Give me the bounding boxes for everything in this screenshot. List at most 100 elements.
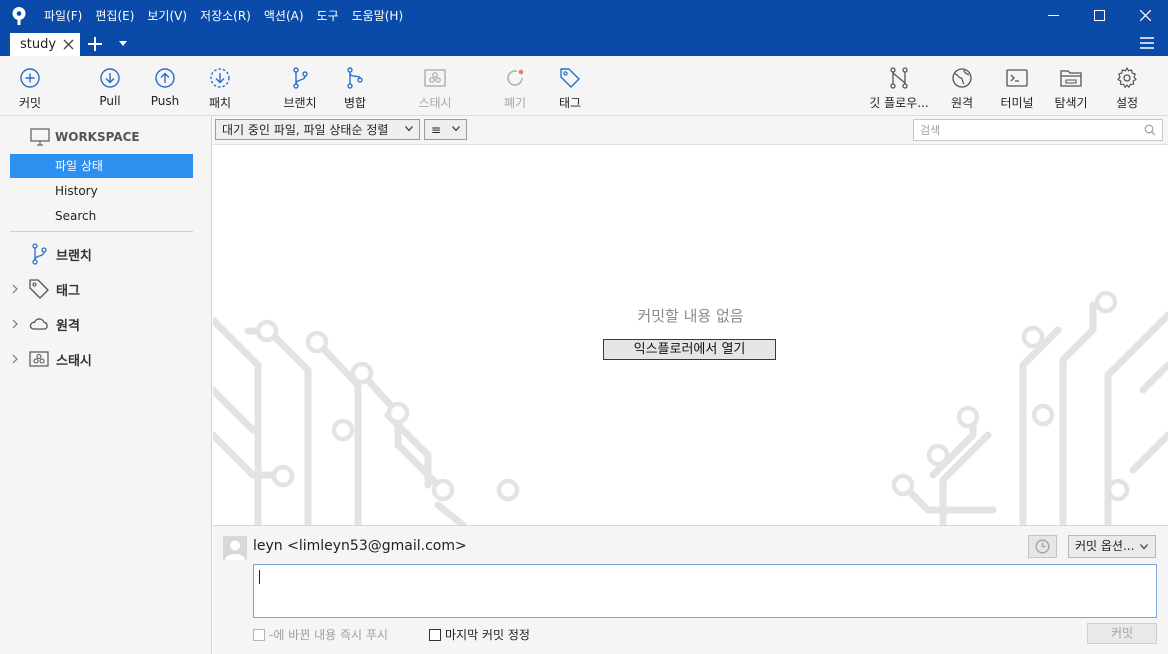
chevron-right-icon[interactable] xyxy=(10,284,20,294)
discard-icon xyxy=(507,69,524,86)
branch-button[interactable]: 브랜치 xyxy=(280,56,320,116)
tab-list-chevron-icon[interactable] xyxy=(119,41,127,47)
commit-history-button[interactable] xyxy=(1028,535,1057,558)
commit-icon xyxy=(20,68,40,88)
tag-icon xyxy=(29,279,49,299)
hamburger-menu-icon[interactable] xyxy=(1140,37,1154,49)
sidebar-group-label: 스태시 xyxy=(56,353,92,369)
amend-last-commit-checkbox[interactable]: 마지막 커밋 정정 xyxy=(429,626,530,643)
empty-state-message: 커밋할 내용 없음 xyxy=(637,307,744,325)
sidebar-group-label: 원격 xyxy=(56,318,80,334)
menu-tools[interactable]: 도구 xyxy=(317,7,339,24)
circuit-background xyxy=(213,290,1168,525)
file-status-panel: 커밋할 내용 없음 익스플로러에서 열기 xyxy=(213,145,1168,525)
view-mode-select[interactable]: ≡ xyxy=(424,119,467,140)
sidebar-group-tags[interactable]: 태그 xyxy=(10,277,80,301)
push-button[interactable]: Push xyxy=(147,56,183,116)
stash-icon xyxy=(29,351,49,367)
menu-actions[interactable]: 액션(A) xyxy=(264,7,304,24)
text-caret xyxy=(259,570,260,584)
chevron-right-icon[interactable] xyxy=(10,354,20,364)
sidebar-item-search[interactable]: Search xyxy=(10,204,193,228)
search-box xyxy=(913,119,1163,141)
chevron-down-icon xyxy=(452,126,460,132)
branch-icon xyxy=(32,243,47,265)
commit-options-dropdown[interactable]: 커밋 옵션... xyxy=(1068,535,1156,558)
fetch-label: 패치 xyxy=(208,96,232,110)
pull-button[interactable]: Pull xyxy=(92,56,128,116)
menu-edit[interactable]: 편집(E) xyxy=(95,7,134,24)
fetch-icon xyxy=(210,68,230,88)
folder-icon xyxy=(1060,70,1082,87)
avatar xyxy=(223,536,247,560)
tab-study[interactable]: study xyxy=(10,33,80,56)
sidebar: WORKSPACE 파일 상태 History Search 브랜치 태그 원격… xyxy=(0,116,212,654)
push-immediately-checkbox[interactable]: -에 바뀐 내용 즉시 푸시 xyxy=(253,626,388,643)
merge-button[interactable]: 병합 xyxy=(337,56,373,116)
sidebar-group-stashes[interactable]: 스태시 xyxy=(10,347,92,371)
filter-bar: 대기 중인 파일, 파일 상태순 정렬 ≡ xyxy=(213,116,1168,145)
cloud-icon xyxy=(29,318,48,330)
settings-button[interactable]: 설정 xyxy=(1109,56,1145,116)
search-input[interactable] xyxy=(914,120,1134,140)
commit-message-input[interactable] xyxy=(253,564,1157,618)
push-label: Push xyxy=(150,94,180,108)
sourcetree-logo-icon xyxy=(12,7,26,25)
minimize-button[interactable] xyxy=(1030,0,1076,31)
sort-select[interactable]: 대기 중인 파일, 파일 상태순 정렬 xyxy=(215,119,420,140)
pull-label: Pull xyxy=(99,94,121,108)
menu-help[interactable]: 도움말(H) xyxy=(352,7,404,24)
workspace-header: WORKSPACE xyxy=(30,128,140,146)
branch-icon xyxy=(293,67,308,89)
discard-label: 폐기 xyxy=(503,96,527,110)
commit-author: leyn <limleyn53@gmail.com> xyxy=(253,538,467,554)
sidebar-group-branches[interactable]: 브랜치 xyxy=(10,242,92,266)
sidebar-group-remotes[interactable]: 원격 xyxy=(10,312,80,336)
minimize-icon xyxy=(1047,15,1059,16)
amend-last-commit-label: 마지막 커밋 정정 xyxy=(445,628,530,642)
stash-label: 스태시 xyxy=(418,96,452,110)
sidebar-item-file-status[interactable]: 파일 상태 xyxy=(10,154,193,178)
sidebar-item-history[interactable]: History xyxy=(10,179,193,203)
discard-button[interactable]: 폐기 xyxy=(497,56,533,116)
push-icon xyxy=(155,68,175,88)
sidebar-group-label: 브랜치 xyxy=(56,248,92,264)
tab-close-icon[interactable] xyxy=(63,39,74,50)
menu-view[interactable]: 보기(V) xyxy=(147,7,187,24)
menu-repository[interactable]: 저장소(R) xyxy=(200,7,251,24)
remote-label: 원격 xyxy=(950,96,974,110)
stash-icon xyxy=(424,69,446,87)
toolbar: 커밋 Pull Push 패치 브랜치 병합 스태시 폐기 태그 깃 플로우..… xyxy=(0,56,1168,116)
sidebar-divider xyxy=(10,231,193,232)
explorer-label: 탐색기 xyxy=(1054,96,1088,110)
new-tab-icon[interactable] xyxy=(87,36,103,52)
checkbox-box xyxy=(429,628,441,641)
gear-icon xyxy=(1117,67,1137,88)
commit-button[interactable]: 커밋 xyxy=(1087,623,1157,644)
branch-label: 브랜치 xyxy=(283,96,317,110)
explorer-button[interactable]: 탐색기 xyxy=(1051,56,1091,116)
title-bar: 파일(F) 편집(E) 보기(V) 저장소(R) 액션(A) 도구 도움말(H) xyxy=(0,0,1168,31)
workspace-label: WORKSPACE xyxy=(55,130,140,144)
terminal-button[interactable]: 터미널 xyxy=(997,56,1037,116)
monitor-icon xyxy=(30,128,50,146)
commit-tool-button[interactable]: 커밋 xyxy=(12,56,48,116)
fetch-button[interactable]: 패치 xyxy=(202,56,238,116)
sidebar-group-label: 태그 xyxy=(56,283,80,299)
clock-icon xyxy=(1035,539,1050,554)
chevron-right-icon[interactable] xyxy=(10,319,20,329)
tag-button[interactable]: 태그 xyxy=(552,56,588,116)
remote-button[interactable]: 원격 xyxy=(944,56,980,116)
stash-button[interactable]: 스태시 xyxy=(412,56,458,116)
git-flow-button[interactable]: 깃 플로우... xyxy=(866,56,932,116)
pull-icon xyxy=(100,68,120,88)
close-window-button[interactable] xyxy=(1122,0,1168,31)
merge-label: 병합 xyxy=(343,96,367,110)
settings-label: 설정 xyxy=(1115,96,1139,110)
menu-file[interactable]: 파일(F) xyxy=(44,7,82,24)
checkbox-box xyxy=(253,628,265,641)
open-in-explorer-button[interactable]: 익스플로러에서 열기 xyxy=(603,339,776,360)
maximize-button[interactable] xyxy=(1076,0,1122,31)
tag-label: 태그 xyxy=(558,96,582,110)
chevron-down-icon xyxy=(405,126,413,132)
